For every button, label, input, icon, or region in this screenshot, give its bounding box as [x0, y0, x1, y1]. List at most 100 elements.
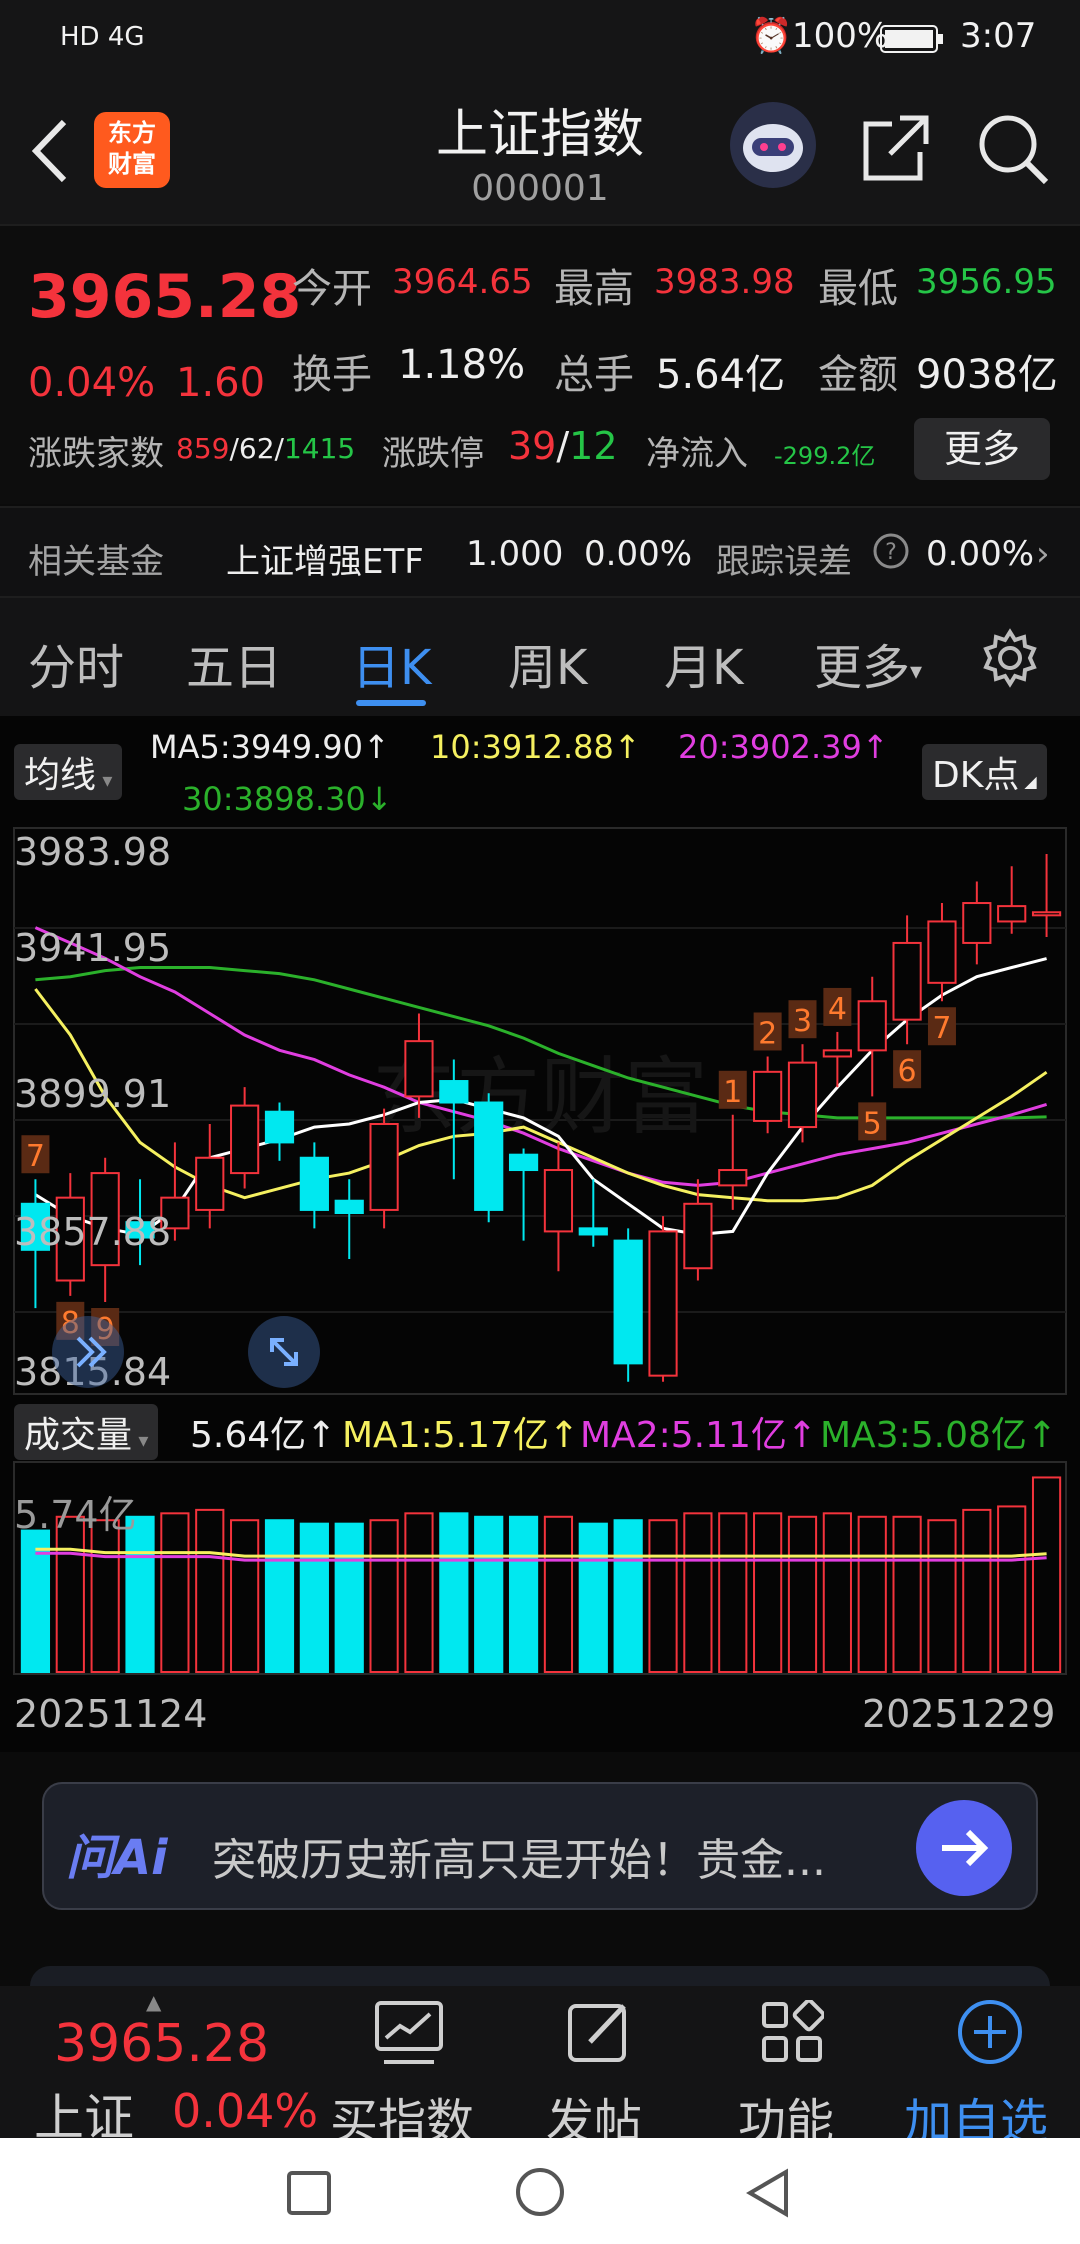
candle-body — [997, 905, 1027, 923]
share-button[interactable] — [860, 112, 932, 188]
candle-body — [613, 1239, 643, 1365]
dk-marker: 6 — [893, 1050, 922, 1089]
chart-settings-button[interactable] — [980, 628, 1040, 692]
candle-body — [648, 1230, 678, 1377]
volume-axis-label: 5.74亿 — [14, 1493, 137, 1537]
dk-marker-label: 5 — [863, 1106, 882, 1141]
candle-body — [1031, 911, 1062, 917]
dk-marker-label: 6 — [898, 1054, 917, 1089]
dk-marker: 1 — [718, 1070, 747, 1110]
high-label: 最高 — [554, 266, 634, 312]
track-error-label: 跟踪误差 — [716, 542, 852, 582]
dk-marker-label: 7 — [932, 1011, 951, 1046]
dk-marker-label: 3 — [793, 1004, 812, 1039]
gear-icon — [983, 628, 1037, 688]
netflow-label: 净流入 — [646, 434, 748, 474]
active-tab-indicator — [356, 700, 426, 706]
current-price: 3965.28 — [28, 262, 302, 332]
more-quote-button[interactable]: 更多 — [914, 418, 1050, 480]
share-icon — [863, 115, 929, 181]
change-amount: 1.60 — [176, 360, 266, 406]
candle-body — [718, 1169, 748, 1187]
volume-selector[interactable]: 成交量 ▾ — [14, 1404, 159, 1460]
open-label: 今开 — [292, 266, 372, 312]
vol-ma1-readout: MA1:5.17亿↑ — [342, 1415, 580, 1456]
vol-ma2-readout: MA2:5.11亿↑ — [580, 1415, 818, 1456]
expand-left-button[interactable] — [52, 1316, 124, 1388]
dk-marker-label: 2 — [758, 1016, 777, 1051]
limit-values: 39/12 — [508, 424, 618, 468]
y-axis-label: 3857.88 — [14, 1210, 172, 1254]
nav-price: 3965.28 — [54, 2014, 270, 2074]
volume-bar — [404, 1512, 434, 1673]
fullscreen-button[interactable] — [248, 1316, 320, 1388]
buy-index-button[interactable]: 买指数 — [330, 1986, 490, 2150]
open-value: 3964.65 — [392, 262, 533, 302]
battery-icon — [880, 22, 944, 62]
volume-bar — [195, 1508, 225, 1674]
volume-bar — [962, 1508, 992, 1674]
candle-body — [892, 941, 922, 1021]
date-start: 20251124 — [14, 1692, 208, 1736]
tab-five-day[interactable]: 五日 — [186, 628, 282, 698]
volume-bar — [299, 1522, 329, 1674]
candle-body — [753, 1070, 783, 1122]
volume-bar — [543, 1515, 574, 1673]
search-button[interactable] — [976, 112, 1050, 190]
tab-more[interactable]: 更多▾ — [814, 628, 922, 698]
edit-icon — [568, 2004, 626, 2062]
dk-marker: 3 — [788, 1000, 817, 1039]
clock: 3:07 — [960, 16, 1037, 56]
low-label: 最低 — [818, 266, 898, 312]
candle-body — [474, 1101, 504, 1211]
netflow-value: -299.2亿 — [774, 442, 876, 470]
grid-icon — [762, 2000, 824, 2062]
vol-ma3-readout: MA3:5.08亿↑ — [820, 1415, 1058, 1456]
candle-body — [822, 1049, 852, 1058]
double-chevron-icon — [76, 1336, 107, 1368]
help-icon[interactable]: ? — [872, 532, 910, 579]
volume-bar — [439, 1512, 469, 1673]
candle-body — [299, 1156, 329, 1211]
ai-send-button[interactable] — [916, 1800, 1012, 1896]
dk-marker: 4 — [823, 987, 852, 1027]
ai-logo: 问Ai — [66, 1830, 168, 1886]
kline-chart[interactable]: 均线 ▾ MA5:3949.90↑ 10:3912.88↑ 20:3902.39… — [0, 716, 1080, 1752]
volume-bar — [927, 1519, 957, 1674]
post-button[interactable]: 发帖 — [546, 1986, 656, 2150]
tab-intraday[interactable]: 分时 — [28, 628, 124, 698]
tab-daily-k[interactable]: 日K — [352, 628, 431, 698]
tab-monthly-k[interactable]: 月K — [664, 628, 743, 698]
ai-assistant-bar[interactable]: 问Ai 突破历史新高只是开始！贵金... — [42, 1782, 1038, 1910]
candle-body — [369, 1122, 399, 1211]
breadth-label: 涨跌家数 — [28, 434, 164, 474]
turnover-label: 换手 — [292, 352, 372, 398]
related-fund-row[interactable]: 相关基金 上证增强ETF 1.000 0.00% 跟踪误差 ? 0.00% › — [0, 506, 1080, 598]
candle-body — [439, 1080, 469, 1104]
robot-assistant-button[interactable] — [730, 102, 816, 188]
volume-bar — [822, 1512, 852, 1673]
turnover-value: 1.18% — [398, 342, 526, 388]
volume-bar — [718, 1512, 748, 1673]
ai-prompt-text: 突破历史新高只是开始！贵金... — [212, 1835, 826, 1886]
app-header: 东方 财富 上证指数 000001 — [0, 72, 1080, 224]
volume-bar — [753, 1512, 783, 1673]
volume-bar — [334, 1522, 364, 1674]
candle-body — [683, 1202, 713, 1270]
recent-apps-icon[interactable] — [286, 2170, 332, 2216]
home-icon[interactable] — [514, 2166, 566, 2218]
volume-bar — [55, 1515, 85, 1673]
functions-button[interactable]: 功能 — [738, 1986, 848, 2150]
volume-bar — [892, 1515, 922, 1673]
volume-bar — [264, 1519, 295, 1674]
volume-bar — [613, 1519, 643, 1674]
volume-bar — [578, 1522, 608, 1674]
dk-marker: 5 — [858, 1102, 887, 1141]
add-watchlist-button[interactable]: 加自选 — [904, 1986, 1064, 2150]
back-nav-icon[interactable] — [744, 2168, 792, 2218]
dk-marker-label: 7 — [26, 1139, 45, 1174]
tab-weekly-k[interactable]: 周K — [508, 628, 587, 698]
change-percent: 0.04% — [28, 360, 156, 406]
y-axis-label: 3983.98 — [14, 830, 172, 874]
fund-nav: 1.000 — [466, 534, 564, 574]
